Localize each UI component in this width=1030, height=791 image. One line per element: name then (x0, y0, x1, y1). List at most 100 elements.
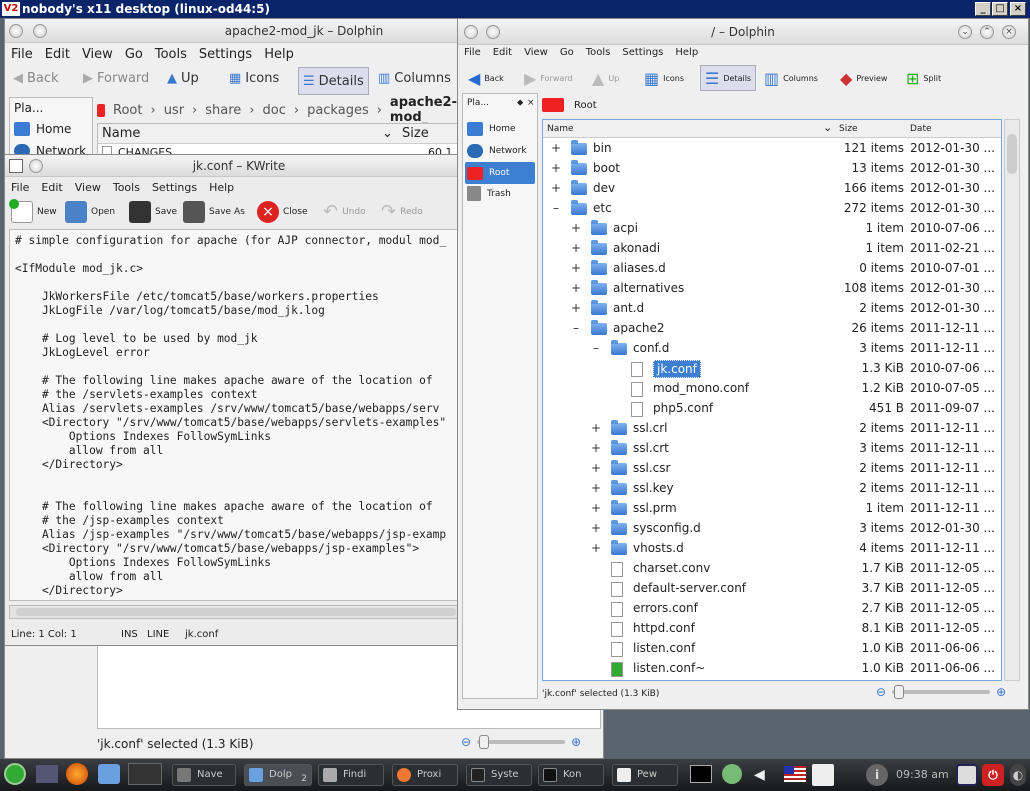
menu-help[interactable]: Help (258, 45, 300, 62)
menu-tools[interactable]: Tools (149, 45, 193, 62)
menu-view[interactable]: View (518, 45, 554, 58)
task-dolphin[interactable]: Dolp 2 (244, 764, 312, 786)
folder-row[interactable]: + aliases.d 0 items 2010-07-01 ... (543, 258, 998, 278)
task-nave[interactable]: Nave (172, 764, 236, 786)
expand-icon[interactable]: + (591, 518, 601, 538)
close-button[interactable]: × Close (257, 201, 308, 223)
collapse-icon[interactable]: – (571, 318, 581, 338)
crumb-packages[interactable]: packages (307, 103, 369, 118)
expand-icon[interactable]: + (591, 418, 601, 438)
menu-help[interactable]: Help (669, 45, 704, 58)
menu-edit[interactable]: Edit (35, 179, 68, 194)
horizontal-scrollbar[interactable] (9, 605, 471, 619)
details-view-button[interactable]: ☰ Details (700, 65, 757, 91)
zoom-slider[interactable] (892, 685, 991, 699)
file-manager-icon[interactable] (98, 764, 120, 784)
panel-options-icon[interactable]: ◐ (1010, 764, 1026, 786)
zoom-control[interactable]: ⊖ ⊕ (876, 685, 1006, 699)
crumb-share[interactable]: share (205, 103, 241, 118)
folder-row[interactable]: + ssl.crl 2 items 2011-12-11 ... (543, 418, 998, 438)
folder-row[interactable]: + boot 13 items 2012-01-30 ... (543, 158, 998, 178)
expand-icon[interactable]: + (551, 138, 561, 158)
folder-row[interactable]: – etc 272 items 2012-01-30 ... (543, 198, 998, 218)
menu-view[interactable]: View (76, 45, 119, 62)
crumb-root[interactable]: Root (574, 100, 597, 111)
collapse-icon[interactable]: – (551, 198, 561, 218)
menu-file[interactable]: File (458, 45, 487, 58)
file-row[interactable]: default-server.conf 3.7 KiB 2011-12-05 ... (543, 578, 998, 598)
vertical-scrollbar[interactable] (1004, 119, 1020, 681)
preview-button[interactable]: ◆ Preview (840, 69, 887, 88)
redo-button[interactable]: ↷ Redo (381, 201, 423, 222)
zoom-in-icon[interactable]: ⊕ (571, 735, 581, 749)
folder-row[interactable]: + acpi 1 item 2010-07-06 ... (543, 218, 998, 238)
places-trash[interactable]: Trash (467, 186, 511, 201)
folder-row[interactable]: + bin 121 items 2012-01-30 ... (543, 138, 998, 158)
details-view-button[interactable]: ☰ Details (298, 67, 369, 95)
column-name[interactable]: Name (102, 126, 140, 141)
up-button[interactable]: ▲ Up (592, 69, 619, 88)
zoom-out-icon[interactable]: ⊖ (876, 685, 886, 699)
folder-row[interactable]: + ssl.crt 3 items 2011-12-11 ... (543, 438, 998, 458)
crumb-current[interactable]: apache2-mod_ (390, 95, 457, 125)
back-button[interactable]: ◀ Back (13, 71, 59, 86)
collapse-icon[interactable]: – (591, 338, 601, 358)
scrollbar-thumb[interactable] (1007, 134, 1017, 174)
folder-row[interactable]: + akonadi 1 item 2011-02-21 ... (543, 238, 998, 258)
clock[interactable]: 09:38 am (896, 768, 949, 781)
expand-icon[interactable]: + (551, 178, 561, 198)
selection-mode[interactable]: LINE (147, 629, 169, 640)
pin-icon[interactable]: ⬥ (517, 98, 523, 108)
save-button[interactable]: Save (129, 201, 177, 223)
new-button[interactable]: New (9, 199, 57, 223)
menu-go[interactable]: Go (554, 45, 580, 58)
back-button[interactable]: ◀ Back (468, 69, 504, 88)
info-icon[interactable]: i (866, 764, 888, 786)
folder-row[interactable]: + ssl.key 2 items 2011-12-11 ... (543, 478, 998, 498)
expand-icon[interactable]: + (571, 258, 581, 278)
task-konsole[interactable]: Kon (538, 764, 604, 786)
menu-view[interactable]: View (69, 179, 107, 194)
minimize-icon[interactable]: ⌄ (958, 25, 972, 39)
close-icon[interactable]: × (1002, 25, 1016, 39)
panel-close-icon[interactable]: × (527, 98, 535, 108)
zoom-slider[interactable] (477, 735, 566, 749)
menu-settings[interactable]: Settings (193, 45, 258, 62)
file-row[interactable]: listen.conf~ 1.0 KiB 2011-06-06 ... (543, 658, 998, 678)
task-pew[interactable]: Pew (612, 764, 678, 786)
pager-icon[interactable] (128, 763, 162, 785)
file-row[interactable]: jk.conf 1.3 KiB 2010-07-06 ... (543, 358, 998, 378)
file-row[interactable]: httpd.conf 8.1 KiB 2011-12-05 ... (543, 618, 998, 638)
expand-icon[interactable]: + (551, 158, 561, 178)
file-row[interactable]: listen.conf 1.0 KiB 2011-06-06 ... (543, 638, 998, 658)
task-proxy[interactable]: Proxi (392, 764, 458, 786)
network-status-icon[interactable] (722, 764, 742, 784)
save-as-button[interactable]: Save As (183, 201, 245, 223)
task-system[interactable]: Syste (466, 764, 532, 786)
expand-icon[interactable]: + (591, 498, 601, 518)
places-network[interactable]: Network (467, 144, 527, 158)
folder-row[interactable]: + ssl.csr 2 items 2011-12-11 ... (543, 458, 998, 478)
kickoff-menu-icon[interactable] (4, 763, 26, 785)
folder-row[interactable]: + ant.d 2 items 2012-01-30 ... (543, 298, 998, 318)
maximize-icon[interactable]: ⌃ (980, 25, 994, 39)
firefox-icon[interactable] (66, 763, 88, 785)
expand-icon[interactable]: + (571, 238, 581, 258)
menu-file[interactable]: File (5, 179, 35, 194)
text-editor-area[interactable]: # simple configuration for apache (for A… (9, 229, 471, 601)
expand-icon[interactable]: + (591, 438, 601, 458)
menu-settings[interactable]: Settings (616, 45, 669, 58)
split-button[interactable]: ⊞ Split (906, 69, 941, 88)
menu-tools[interactable]: Tools (107, 179, 146, 194)
crumb-root[interactable]: Root (113, 103, 142, 118)
column-size[interactable]: Size (402, 126, 429, 141)
lock-screen-icon[interactable] (956, 764, 978, 786)
menu-settings[interactable]: Settings (146, 179, 203, 194)
column-date[interactable]: Date (910, 124, 932, 134)
places-home[interactable]: Home (14, 122, 71, 136)
places-home[interactable]: Home (467, 122, 516, 136)
forward-button[interactable]: ▶ Forward (83, 71, 149, 86)
menu-go[interactable]: Go (119, 45, 149, 62)
crumb-usr[interactable]: usr (164, 103, 184, 118)
folder-row[interactable]: + ssl.prm 1 item 2011-12-11 ... (543, 498, 998, 518)
